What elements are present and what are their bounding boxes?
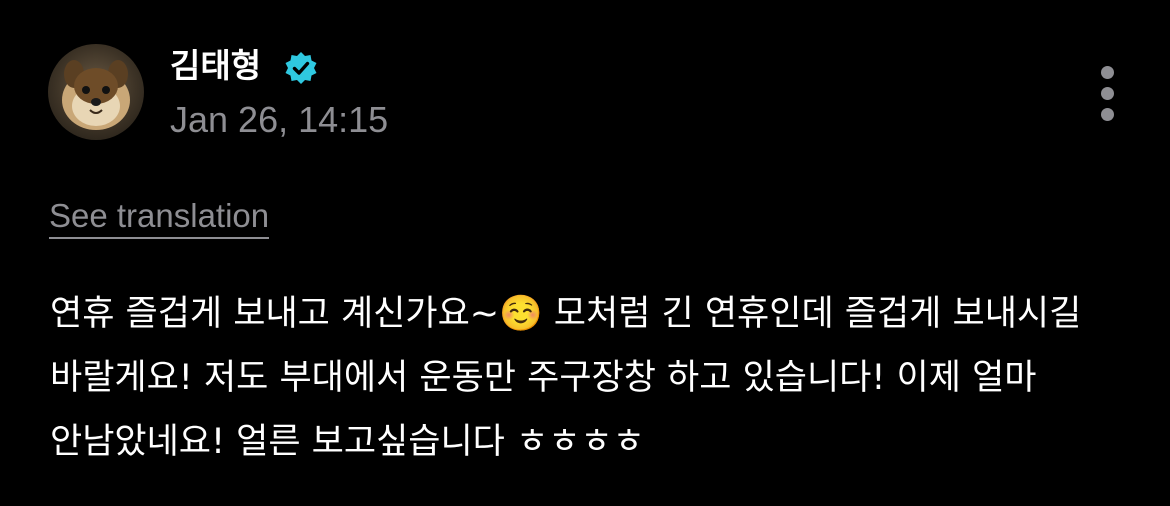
- more-options-button[interactable]: [1088, 60, 1126, 128]
- more-dot-icon: [1101, 66, 1114, 79]
- dog-avatar-icon: [62, 60, 130, 130]
- see-translation-link[interactable]: See translation: [49, 196, 270, 239]
- more-dot-icon: [1101, 87, 1114, 100]
- verified-badge-icon: [284, 51, 318, 85]
- post-card: 김태형 Jan 26, 14:15 See translation 연휴 즐겁게…: [0, 0, 1170, 506]
- more-dot-icon: [1101, 108, 1114, 121]
- post-body-text: 연휴 즐겁게 보내고 계신가요~☺️ 모처럼 긴 연휴인데 즐겁게 보내시길 바…: [50, 294, 1082, 462]
- post-timestamp: Jan 26, 14:15: [170, 99, 389, 140]
- author-name[interactable]: 김태형: [170, 44, 261, 88]
- author-avatar[interactable]: [48, 44, 144, 140]
